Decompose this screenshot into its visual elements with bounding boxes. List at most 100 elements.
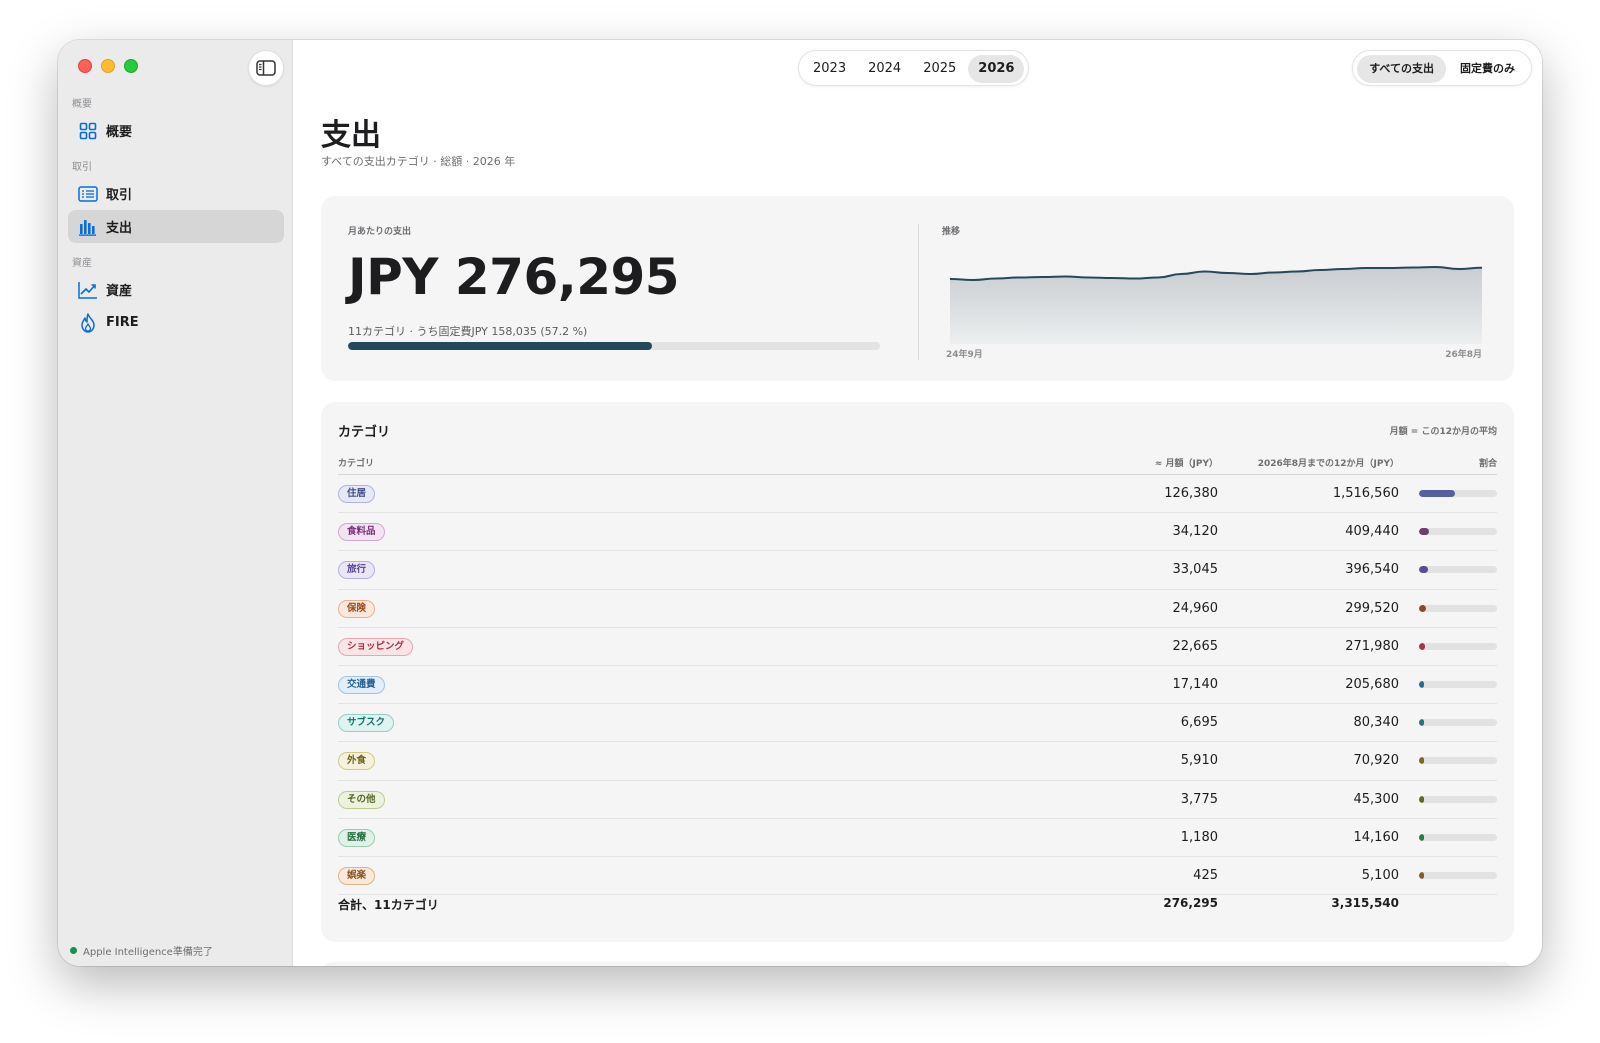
- sidebar-item-overview[interactable]: 概要: [68, 114, 284, 147]
- share-bar-fill: [1419, 566, 1429, 574]
- trend-end-label: 26年8月: [1445, 350, 1482, 360]
- share-bar: [1419, 719, 1497, 727]
- sidebar-item-transactions[interactable]: 取引: [68, 177, 284, 210]
- table-row[interactable]: 外食 5,910 70,920: [338, 742, 1497, 781]
- yearly-amount: 271,980: [1345, 638, 1399, 654]
- list-icon: [78, 184, 98, 204]
- sidebar-nav: 概要 概要 取引 取引 支出 資産 資産 FIRE: [68, 96, 284, 339]
- fixed-cost-ratio-bar: [348, 342, 880, 350]
- share-bar: [1419, 566, 1497, 574]
- monthly-amount: 1,180: [1180, 829, 1218, 845]
- share-bar-fill: [1419, 680, 1425, 688]
- total-row: 合計、11カテゴリ 276,295 3,315,540: [338, 896, 1497, 916]
- expense-filter: すべての支出 固定費のみ: [1352, 50, 1532, 86]
- categories-card: カテゴリ 月額 = この12か月の平均 カテゴリ ≈ 月額（JPY） 2026年…: [321, 402, 1514, 942]
- sidebar-item-label: 概要: [106, 125, 133, 140]
- yearly-amount: 45,300: [1353, 791, 1400, 807]
- table-row[interactable]: サブスク 6,695 80,340: [338, 704, 1497, 743]
- column-header-category[interactable]: カテゴリ: [338, 456, 374, 469]
- window-controls: [78, 59, 138, 73]
- table-row[interactable]: 保険 24,960 299,520: [338, 590, 1497, 628]
- year-option-2026[interactable]: 2026: [968, 55, 1025, 83]
- yearly-amount: 409,440: [1345, 524, 1399, 540]
- category-tag[interactable]: 交通費: [338, 675, 385, 694]
- share-bar: [1419, 757, 1497, 765]
- table-row[interactable]: 娯楽 425 5,100: [338, 857, 1497, 896]
- page-title: 支出: [321, 118, 381, 153]
- table-row[interactable]: 食料品 34,120 409,440: [338, 513, 1497, 552]
- share-bar: [1419, 642, 1497, 650]
- page-subtitle: すべての支出カテゴリ · 総額 · 2026 年: [321, 155, 516, 168]
- zoom-window-button[interactable]: [124, 59, 138, 73]
- sidebar-item-spending[interactable]: 支出: [68, 210, 284, 243]
- sidebar-icon: [256, 60, 276, 76]
- category-tag[interactable]: その他: [338, 790, 385, 809]
- status-text: Apple Intelligence準備完了: [83, 947, 213, 958]
- column-header-yearly[interactable]: 2026年8月までの12か月（JPY）: [1258, 456, 1399, 469]
- total-label: 合計、11カテゴリ: [338, 898, 439, 912]
- column-header-monthly[interactable]: ≈ 月額（JPY）: [1155, 456, 1218, 469]
- yearly-amount: 205,680: [1345, 676, 1399, 692]
- minimize-window-button[interactable]: [101, 59, 115, 73]
- share-bar-fill: [1419, 642, 1426, 650]
- table-row[interactable]: 旅行 33,045 396,540: [338, 551, 1497, 590]
- table-row[interactable]: ショッピング 22,665 271,980: [338, 628, 1497, 666]
- share-bar: [1419, 795, 1497, 803]
- filter-all-expenses[interactable]: すべての支出: [1357, 55, 1446, 83]
- share-bar-fill: [1419, 528, 1429, 536]
- category-tag[interactable]: 医療: [338, 828, 376, 847]
- sidebar-toggle-button[interactable]: [248, 50, 284, 86]
- share-bar: [1419, 490, 1497, 497]
- sidebar: 概要 概要 取引 取引 支出 資産 資産 FIRE Apple Intellig…: [58, 40, 293, 966]
- category-tag[interactable]: ショッピング: [338, 637, 414, 656]
- app-window: 概要 概要 取引 取引 支出 資産 資産 FIRE Apple Intellig…: [58, 40, 1542, 966]
- year-option-2025[interactable]: 2025: [913, 55, 966, 83]
- category-rows: 住居 126,380 1,516,560 食料品 34,120 409,440 旅行 33,0…: [338, 475, 1497, 896]
- share-bar-fill: [1419, 757, 1425, 765]
- category-tag[interactable]: 外食: [338, 752, 376, 771]
- total-yearly: 3,315,540: [1331, 896, 1399, 910]
- close-window-button[interactable]: [78, 59, 92, 73]
- trend-area: [950, 267, 1482, 344]
- category-tag[interactable]: 食料品: [338, 523, 385, 542]
- monthly-amount: 126,380: [1164, 486, 1218, 501]
- monthly-amount: 3,775: [1180, 791, 1218, 807]
- share-bar-fill: [1419, 490, 1455, 497]
- monthly-spending-label: 月あたりの支出: [348, 227, 412, 237]
- summary-card: 月あたりの支出 JPY 276,295 11カテゴリ · うち固定費JPY 15…: [321, 196, 1514, 381]
- table-row[interactable]: 医療 1,180 14,160: [338, 819, 1497, 857]
- yearly-amount: 70,920: [1353, 753, 1400, 769]
- monthly-spending-amount: JPY 276,295: [348, 248, 680, 306]
- table-row[interactable]: その他 3,775 45,300: [338, 781, 1497, 819]
- sidebar-item-label: 支出: [106, 221, 133, 236]
- category-tag[interactable]: サブスク: [338, 714, 395, 733]
- sidebar-section-label: 概要: [72, 99, 92, 110]
- year-option-2024[interactable]: 2024: [858, 55, 911, 83]
- sidebar-item-assets[interactable]: 資産: [68, 273, 284, 306]
- yearly-amount: 80,340: [1353, 715, 1400, 731]
- monthly-amount: 33,045: [1172, 562, 1219, 578]
- column-header-share[interactable]: 割合: [1479, 456, 1497, 469]
- sidebar-item-label: 取引: [106, 188, 133, 203]
- sidebar-section-label: 資産: [72, 258, 92, 269]
- filter-fixed-only[interactable]: 固定費のみ: [1448, 55, 1527, 83]
- status-dot-icon: [70, 947, 77, 954]
- yearly-amount: 14,160: [1353, 829, 1400, 845]
- grid-icon: [78, 121, 98, 141]
- category-tag[interactable]: 住居: [338, 485, 376, 503]
- table-row[interactable]: 住居 126,380 1,516,560: [338, 475, 1497, 514]
- sidebar-item-fire[interactable]: FIRE: [68, 306, 284, 339]
- share-bar: [1419, 871, 1497, 879]
- year-option-2023[interactable]: 2023: [803, 55, 856, 83]
- share-bar-fill: [1419, 871, 1425, 879]
- share-bar: [1419, 528, 1497, 536]
- category-tag[interactable]: 旅行: [338, 561, 376, 580]
- category-tag[interactable]: 保険: [338, 599, 376, 618]
- share-bar: [1419, 833, 1497, 841]
- table-row[interactable]: 交通費 17,140 205,680: [338, 666, 1497, 705]
- main-content: 2023 2024 2025 2026 すべての支出 固定費のみ 支出 すべての…: [293, 40, 1542, 966]
- sidebar-item-label: FIRE: [106, 315, 139, 330]
- trend-label: 推移: [942, 227, 961, 237]
- share-bar-fill: [1419, 795, 1425, 803]
- category-tag[interactable]: 娯楽: [338, 866, 376, 885]
